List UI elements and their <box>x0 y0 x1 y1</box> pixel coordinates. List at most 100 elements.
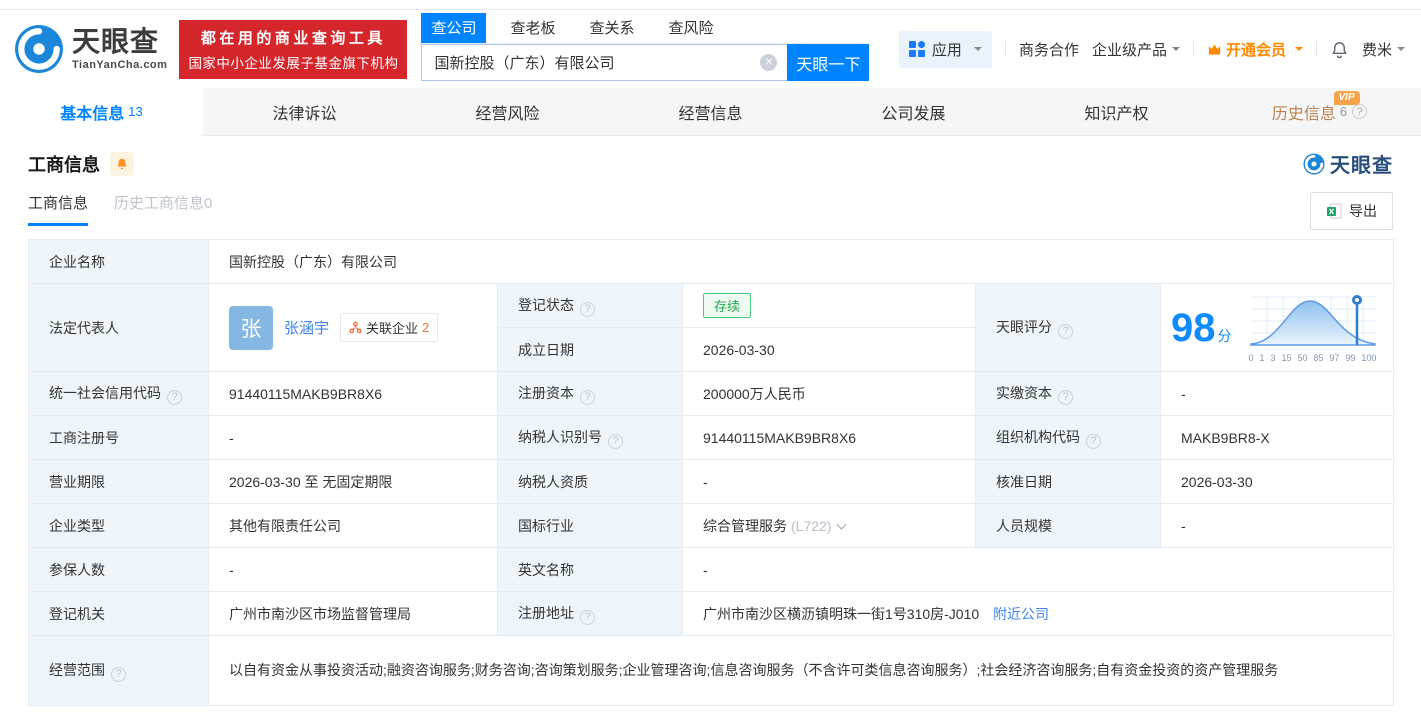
section-title: 工商信息 <box>28 154 100 175</box>
score-value: 98 <box>1171 305 1216 350</box>
related-count: 2 <box>422 320 430 335</box>
chevron-down-icon <box>973 47 982 55</box>
org-code-value: MAKB9BR8-X <box>1159 415 1395 460</box>
table-row: 工商注册号 - 纳税人识别号 91440115MAKB9BR8X6 组织机构代码… <box>28 415 1395 460</box>
tab-legal-proceedings[interactable]: 法律诉讼 <box>203 88 406 135</box>
notifications-bell-icon[interactable] <box>1330 40 1349 59</box>
tab-basic-info[interactable]: 基本信息 13 <box>0 88 203 136</box>
search-tab-company[interactable]: 查公司 <box>421 13 487 43</box>
industry-code: (L722) <box>791 517 832 534</box>
reg-capital-label: 注册资本 <box>497 371 683 416</box>
search-tab-risk[interactable]: 查风险 <box>658 13 723 43</box>
search-input[interactable] <box>421 44 788 81</box>
subtabs: 工商信息 历史工商信息0 <box>28 192 212 226</box>
expand-chevron-icon[interactable] <box>837 519 847 530</box>
tab-label: 知识产权 <box>1084 105 1149 123</box>
taxpayer-no-value: 91440115MAKB9BR8X6 <box>682 415 976 460</box>
label-text: 纳税人识别号 <box>518 428 602 445</box>
excel-icon <box>1327 203 1342 219</box>
help-icon[interactable] <box>580 301 595 317</box>
registry-value: 广州市南沙区市场监督管理局 <box>208 591 498 636</box>
help-icon[interactable] <box>1058 323 1073 339</box>
establish-date-value: 2026-03-30 <box>682 327 976 372</box>
company-name-label: 企业名称 <box>28 239 209 284</box>
table-row: 企业类型 其他有限责任公司 国标行业 综合管理服务 (L722) 人员规模 - <box>28 503 1395 548</box>
tianyancha-logo[interactable]: 天眼查 TianYanCha.com <box>14 24 167 74</box>
help-icon[interactable] <box>580 389 595 405</box>
nav-divider <box>1004 41 1006 57</box>
chart-axis: 0 1 3 15 50 85 97 99 100 <box>1248 352 1377 363</box>
tab-label: 公司发展 <box>881 105 946 123</box>
reg-no-value: - <box>208 415 498 460</box>
search-tab-relation[interactable]: 查关系 <box>579 13 644 43</box>
score-distribution-chart: 0 1 3 15 50 85 97 99 100 <box>1248 293 1378 363</box>
tab-label: 历史信息 <box>1271 105 1336 123</box>
taxpayer-no-label: 纳税人识别号 <box>497 415 683 460</box>
nav-enterprise[interactable]: 企业级产品 <box>1092 39 1180 60</box>
tab-operating-risk[interactable]: 经营风险 <box>406 88 609 135</box>
related-companies-badge[interactable]: 关联企业 2 <box>340 313 439 342</box>
address-label: 注册地址 <box>497 591 683 636</box>
chevron-down-icon <box>1294 47 1303 55</box>
label-text: 注册资本 <box>518 384 574 401</box>
address-text: 广州市南沙区横沥镇明珠一街1号310房-J010 <box>703 605 980 622</box>
help-icon[interactable] <box>167 389 182 405</box>
export-button[interactable]: 导出 <box>1310 192 1393 230</box>
establish-date-label: 成立日期 <box>497 327 683 372</box>
search-button[interactable]: 天眼一下 <box>787 44 870 81</box>
tab-intellectual-property[interactable]: 知识产权 <box>1015 88 1218 135</box>
help-icon[interactable] <box>1058 389 1073 405</box>
tab-company-development[interactable]: 公司发展 <box>812 88 1015 135</box>
taxpayer-quality-label: 纳税人资质 <box>497 459 683 504</box>
username: 费米 <box>1361 41 1392 59</box>
chevron-down-icon <box>1171 47 1180 55</box>
scope-label: 经营范围 <box>28 635 209 706</box>
open-vip-link[interactable]: 开通会员 <box>1207 39 1303 60</box>
tab-count: 6 <box>1339 104 1348 119</box>
legal-rep-link[interactable]: 张涵宇 <box>284 317 329 338</box>
nearby-companies-link[interactable]: 附近公司 <box>993 606 1049 622</box>
score-unit: 分 <box>1217 327 1232 344</box>
subtab-business-registration[interactable]: 工商信息 <box>28 192 89 226</box>
score-number: 98 分 <box>1171 308 1232 348</box>
tab-business-info[interactable]: 经营信息 <box>609 88 812 135</box>
subtab-row: 工商信息 历史工商信息0 导出 <box>0 178 1421 230</box>
tab-history-info[interactable]: VIP 历史信息 6 <box>1218 88 1421 135</box>
watermark-brand: 天眼查 <box>1303 149 1393 178</box>
nav-divider <box>1315 41 1317 57</box>
enterprise-label: 企业级产品 <box>1091 41 1167 59</box>
label-text: 组织机构代码 <box>996 428 1080 445</box>
score-label: 天眼评分 <box>975 283 1161 372</box>
help-icon[interactable] <box>1086 433 1101 449</box>
insured-num-value: - <box>208 547 498 592</box>
label-text: 登记状态 <box>518 296 574 313</box>
credit-code-value: 91440115MAKB9BR8X6 <box>208 371 498 416</box>
help-icon[interactable] <box>111 666 126 682</box>
subtab-history-registration[interactable]: 历史工商信息0 <box>114 192 212 226</box>
table-row: 统一社会信用代码 91440115MAKB9BR8X6 注册资本 200000万… <box>28 371 1395 416</box>
reg-no-label: 工商注册号 <box>28 415 209 460</box>
help-icon[interactable] <box>608 433 623 449</box>
english-name-label: 英文名称 <box>497 547 683 592</box>
registration-info-table: 企业名称 国新控股（广东）有限公司 法定代表人 张 张涵宇 关联企业 2 登记状… <box>28 239 1395 706</box>
apps-menu[interactable]: 应用 <box>898 30 992 68</box>
top-divider <box>0 0 1421 10</box>
apps-label: 应用 <box>931 41 962 59</box>
nav-cooperation[interactable]: 商务合作 <box>1019 39 1079 60</box>
legal-rep-avatar[interactable]: 张 <box>229 305 273 350</box>
help-icon[interactable] <box>1352 104 1368 119</box>
search-tab-boss[interactable]: 查老板 <box>500 13 565 43</box>
nav-divider <box>1192 41 1194 57</box>
org-code-label: 组织机构代码 <box>975 415 1161 460</box>
chevron-down-icon <box>1397 47 1405 55</box>
insured-num-label: 参保人数 <box>28 547 209 592</box>
subscribe-bell-icon[interactable] <box>110 151 134 176</box>
logo-text: 天眼查 TianYanCha.com <box>72 27 167 71</box>
crown-icon <box>1208 43 1221 55</box>
reg-status-value: 存续 <box>682 283 976 328</box>
search-input-wrap <box>421 44 788 81</box>
user-menu[interactable]: 费米 <box>1362 39 1405 60</box>
help-icon[interactable] <box>580 609 595 625</box>
search-row: 天眼一下 <box>421 44 870 81</box>
company-type-label: 企业类型 <box>28 503 209 548</box>
